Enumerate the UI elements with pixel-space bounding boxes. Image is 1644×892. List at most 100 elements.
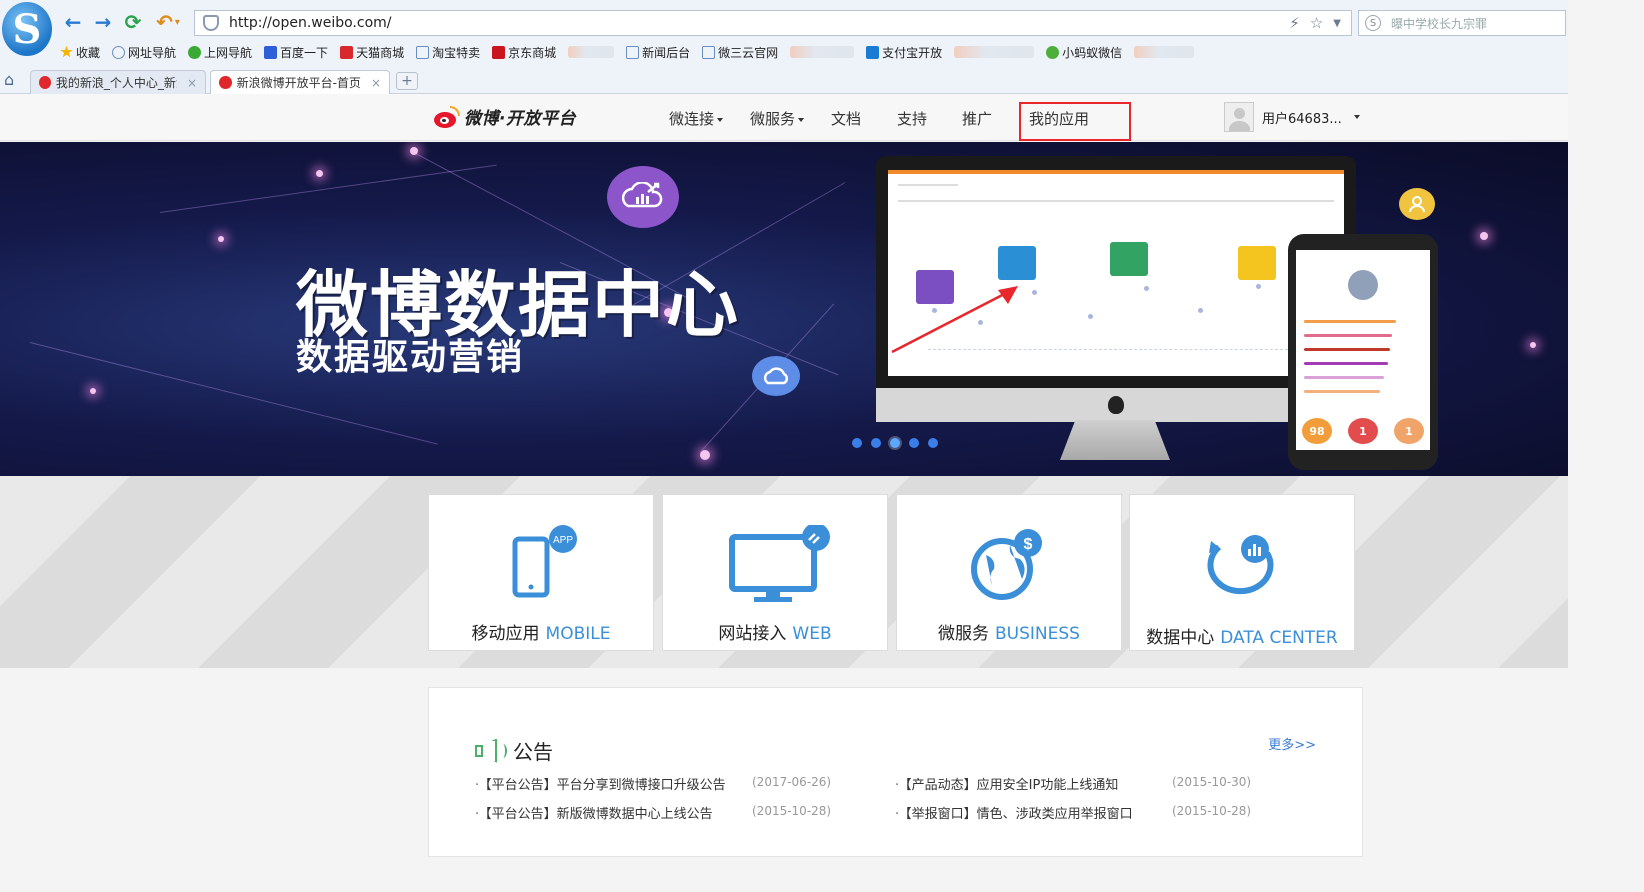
bookmark-blurred-1[interactable] [568, 46, 615, 58]
bookmark-blurred-4[interactable] [1134, 46, 1195, 58]
bookmark-blurred-2[interactable] [790, 46, 855, 58]
service-card-data-center[interactable]: 数据中心 DATA CENTER [1129, 494, 1355, 651]
bookmark-tmall[interactable]: 天猫商城 [340, 44, 404, 61]
notice-item[interactable]: · 【举报窗口】情色、涉政类应用举报窗口 [895, 803, 1133, 822]
star-icon[interactable]: ☆ [1310, 14, 1323, 32]
weibo-open-logo[interactable]: 微博·开放平台 [432, 104, 576, 129]
tab-strip: ⌂ 我的新浪_个人中心_新浪 × 新浪微博开放平台-首页 × + [0, 68, 1568, 94]
monitor-chin [876, 388, 1356, 422]
phone-stat-bar [1304, 390, 1380, 393]
close-icon[interactable]: × [187, 76, 197, 90]
bookmark-alipay-open[interactable]: 支付宝开放 [866, 44, 942, 61]
nav-promote[interactable]: 推广 [962, 108, 992, 129]
hero-banner[interactable]: 微博数据中心 数据驱动营销 98 1 1 [0, 142, 1568, 476]
bookmark-jd[interactable]: 京东商城 [492, 44, 556, 61]
forward-arrow-icon[interactable]: → [90, 10, 116, 34]
bookmark-favorites[interactable]: 收藏 [60, 44, 100, 61]
redacted-bookmark [954, 46, 1035, 58]
dropdown-icon[interactable]: ▼ [1333, 18, 1341, 29]
refresh-icon[interactable]: ⟳ [120, 10, 146, 34]
apple-logo-icon [1108, 396, 1124, 414]
phone-stat-bar [1304, 320, 1396, 323]
mobile-app-icon: APP [429, 525, 653, 605]
more-link[interactable]: 更多>> [1268, 734, 1316, 753]
bookmark-baidu[interactable]: 百度一下 [264, 44, 328, 61]
trend-point [1144, 286, 1149, 291]
bookmark-news-admin[interactable]: 新闻后台 [626, 44, 690, 61]
service-card-business[interactable]: $ 微服务 BUSINESS [896, 494, 1122, 651]
star-glow [316, 170, 323, 177]
bookmark-taobao[interactable]: 淘宝特卖 [416, 44, 480, 61]
sogou-browser-logo[interactable]: S [2, 2, 52, 56]
close-icon[interactable]: × [371, 76, 381, 90]
redacted-bookmark [1134, 46, 1195, 58]
notice-item[interactable]: · 【产品动态】应用安全IP功能上线通知 [895, 774, 1118, 793]
search-engine-icon[interactable]: S [1365, 15, 1381, 31]
bookmark-site-nav[interactable]: 网址导航 [112, 44, 176, 61]
web-monitor-icon [663, 525, 887, 605]
bookmark-web-nav[interactable]: 上网导航 [188, 44, 252, 61]
star-glow [218, 236, 224, 242]
lightning-icon[interactable]: ⚡ [1289, 14, 1300, 32]
announcements-panel: 公告 更多>> · 【平台公告】平台分享到微博接口升级公告 (2017-06-26… [428, 687, 1363, 857]
carousel-dot-1[interactable] [852, 438, 862, 448]
carousel-dot-4[interactable] [909, 438, 919, 448]
red-arrow-annotation [891, 286, 1018, 354]
undo-icon[interactable]: ↶ ▾ [150, 10, 186, 34]
back-arrow-icon[interactable]: ← [60, 10, 86, 34]
address-bar[interactable]: http://open.weibo.com/ ⚡ ☆ ▼ [194, 10, 1352, 36]
page-icon [702, 45, 716, 59]
alipay-icon [866, 45, 880, 59]
security-shield-icon [203, 15, 219, 31]
tab-sina-personal[interactable]: 我的新浪_个人中心_新浪 × [30, 70, 206, 94]
avatar[interactable] [1224, 102, 1254, 132]
phone-stat-bubble: 1 [1394, 418, 1424, 444]
caret-down-icon [798, 117, 805, 122]
service-card-mobile[interactable]: APP 移动应用 MOBILE [428, 494, 654, 651]
weibo-eye-icon [432, 105, 460, 128]
nav-support[interactable]: 支持 [897, 108, 927, 129]
service-card-web[interactable]: 网站接入 WEB [662, 494, 888, 651]
announcements-header: 公告 [475, 736, 553, 765]
star-icon [60, 45, 73, 58]
nav-weilianjie[interactable]: 微连接 [669, 108, 724, 129]
growth-card-icon [1110, 242, 1148, 276]
caret-down-icon[interactable] [1353, 115, 1360, 119]
search-placeholder: 曝中学校长九宗罪 [1391, 16, 1488, 31]
redacted-bookmark [568, 46, 615, 58]
bookmark-weisanyun[interactable]: 微三云官网 [702, 44, 778, 61]
notice-item[interactable]: · 【平台公告】平台分享到微博接口升级公告 [475, 774, 726, 793]
notice-date: (2015-10-28) [1172, 804, 1252, 818]
url-text[interactable]: http://open.weibo.com/ [229, 15, 1289, 31]
search-box[interactable]: S 曝中学校长九宗罪 [1358, 10, 1566, 36]
bookmark-blurred-3[interactable] [954, 46, 1035, 58]
screen-bar [898, 200, 1334, 202]
tmall-icon [340, 45, 354, 59]
carousel-dot-3[interactable] [890, 438, 900, 448]
notice-item[interactable]: · 【平台公告】新版微博数据中心上线公告 [475, 803, 713, 822]
phone-stat-bar [1304, 362, 1388, 365]
phone-illustration: 98 1 1 [1288, 234, 1438, 470]
data-cloud-icon [1130, 525, 1354, 605]
carousel-dot-5[interactable] [928, 438, 938, 448]
phone-stat-bubble: 1 [1348, 418, 1378, 444]
nav-docs[interactable]: 文档 [831, 108, 861, 129]
cloud-bubble-icon [752, 356, 800, 396]
bookmarks-bar: 收藏 网址导航 上网导航 百度一下 天猫商城 淘宝特卖 京东商城 新闻后台 微三… [60, 42, 1206, 62]
notice-date: (2017-06-26) [752, 775, 832, 789]
user-menu[interactable]: 用户64683... [1224, 102, 1360, 132]
new-tab-button[interactable]: + [396, 72, 418, 90]
username[interactable]: 用户64683... [1262, 108, 1342, 127]
trend-point [1088, 314, 1093, 319]
chart-bubble-icon [607, 166, 679, 228]
home-icon[interactable]: ⌂ [4, 72, 20, 88]
web-nav-icon [188, 45, 202, 59]
nav-weifuwu[interactable]: 微服务 [750, 108, 805, 129]
baidu-icon [264, 45, 278, 59]
tab-weibo-open-platform[interactable]: 新浪微博开放平台-首页 × [210, 70, 390, 94]
phone-stat-bar [1304, 348, 1390, 351]
bookmark-ant-wechat[interactable]: 小蚂蚁微信 [1046, 44, 1122, 61]
carousel-dot-2[interactable] [871, 438, 881, 448]
svg-text:APP: APP [553, 535, 573, 546]
carousel-dots [852, 438, 938, 448]
